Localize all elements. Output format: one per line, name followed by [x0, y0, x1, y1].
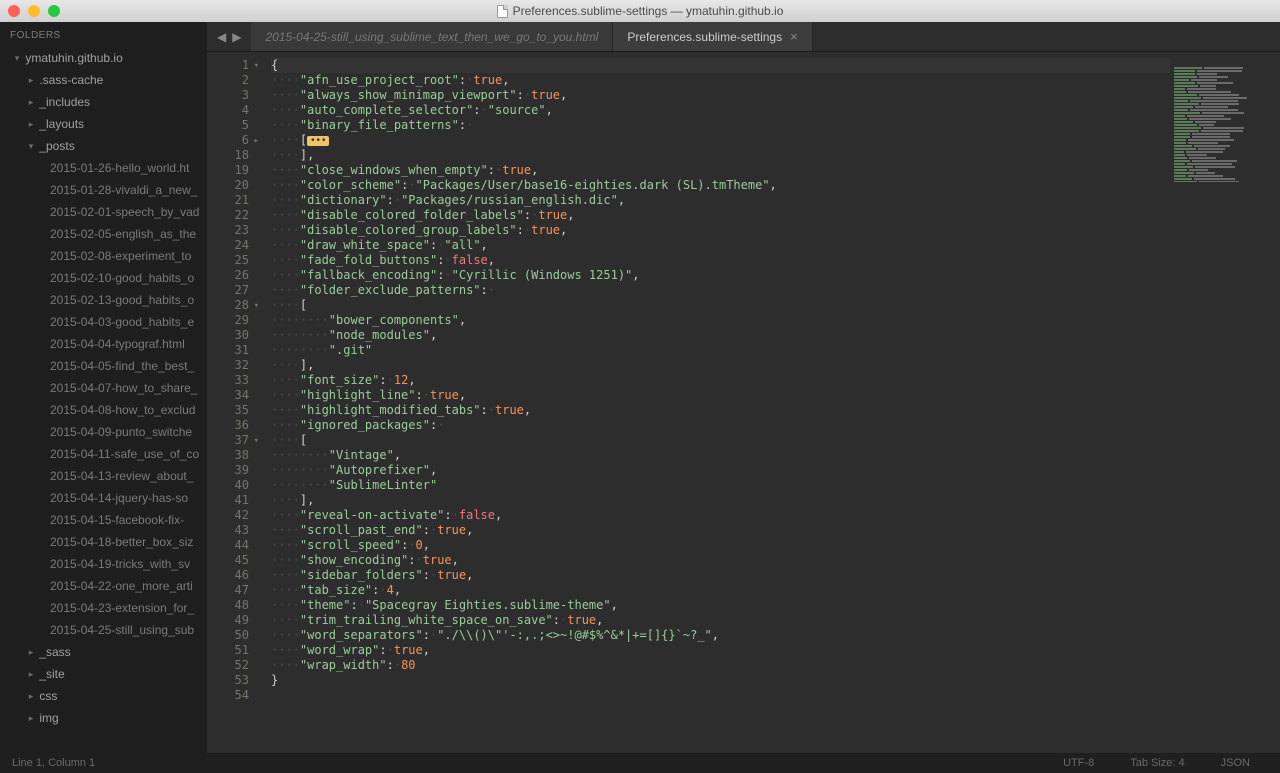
status-syntax[interactable]: JSON [1203, 757, 1268, 769]
sidebar-file[interactable]: 2015-04-07-how_to_share_ [0, 377, 207, 399]
sidebar-file[interactable]: 2015-04-22-one_more_arti [0, 575, 207, 597]
back-icon[interactable]: ◀ [217, 30, 226, 44]
sidebar-folder[interactable]: ▸ img [0, 707, 207, 729]
sidebar-header: FOLDERS [0, 22, 207, 47]
zoom-window-button[interactable] [48, 5, 60, 17]
sidebar-file[interactable]: 2015-04-04-typograf.html [0, 333, 207, 355]
close-window-button[interactable] [8, 5, 20, 17]
sidebar-file[interactable]: 2015-04-25-still_using_sub [0, 619, 207, 641]
sidebar-file[interactable]: 2015-04-09-punto_switche [0, 421, 207, 443]
sidebar-file[interactable]: 2015-04-18-better_box_siz [0, 531, 207, 553]
sidebar-file[interactable]: 2015-01-26-hello_world.ht [0, 157, 207, 179]
sidebar-file[interactable]: 2015-04-08-how_to_exclud [0, 399, 207, 421]
tab-label: 2015-04-25-still_using_sublime_text_then… [265, 30, 598, 44]
code-editor[interactable]: {····"afn_use_project_root":·true,····"a… [257, 52, 1280, 753]
editor-area: ◀ ▶ 2015-04-25-still_using_sublime_text_… [207, 22, 1280, 753]
window-titlebar: Preferences.sublime-settings — ymatuhin.… [0, 0, 1280, 22]
sidebar-file[interactable]: 2015-02-08-experiment_to [0, 245, 207, 267]
close-icon[interactable]: × [790, 29, 798, 44]
status-bar: Line 1, Column 1 UTF-8 Tab Size: 4 JSON [0, 753, 1280, 773]
tab-bar: ◀ ▶ 2015-04-25-still_using_sublime_text_… [207, 22, 1280, 52]
status-encoding[interactable]: UTF-8 [1045, 757, 1112, 769]
window-title: Preferences.sublime-settings — ymatuhin.… [513, 4, 784, 18]
gutter: 1▾23456▸1819202122232425262728▾293031323… [207, 52, 257, 753]
traffic-lights [8, 5, 60, 17]
sidebar-file[interactable]: 2015-04-23-extension_for_ [0, 597, 207, 619]
sidebar-file[interactable]: 2015-02-01-speech_by_vad [0, 201, 207, 223]
sidebar-folder[interactable]: ▾ _posts [0, 135, 207, 157]
tab-inactive[interactable]: 2015-04-25-still_using_sublime_text_then… [251, 22, 613, 51]
sidebar-file[interactable]: 2015-02-10-good_habits_o [0, 267, 207, 289]
sidebar-folder[interactable]: ▸ css [0, 685, 207, 707]
tab-active[interactable]: Preferences.sublime-settings × [613, 22, 812, 51]
tab-history-nav: ◀ ▶ [207, 22, 251, 51]
sidebar-folder[interactable]: ▸ .sass-cache [0, 69, 207, 91]
sidebar-file[interactable]: 2015-02-13-good_habits_o [0, 289, 207, 311]
sidebar-file[interactable]: 2015-04-19-tricks_with_sv [0, 553, 207, 575]
minimap[interactable] [1170, 52, 1280, 182]
folder-tree: ▾ ymatuhin.github.io ▸ .sass-cache▸ _inc… [0, 47, 207, 753]
status-position: Line 1, Column 1 [12, 757, 113, 769]
sidebar-file[interactable]: 2015-01-28-vivaldi_a_new_ [0, 179, 207, 201]
sidebar-file[interactable]: 2015-02-05-english_as_the [0, 223, 207, 245]
sidebar-folder[interactable]: ▸ _includes [0, 91, 207, 113]
status-tab-size[interactable]: Tab Size: 4 [1112, 757, 1202, 769]
sidebar-file[interactable]: 2015-04-03-good_habits_e [0, 311, 207, 333]
forward-icon[interactable]: ▶ [232, 30, 241, 44]
sidebar-folder[interactable]: ▸ _layouts [0, 113, 207, 135]
tab-label: Preferences.sublime-settings [627, 30, 782, 44]
sidebar-file[interactable]: 2015-04-15-facebook-fix- [0, 509, 207, 531]
document-icon [497, 5, 508, 18]
sidebar: FOLDERS ▾ ymatuhin.github.io ▸ .sass-cac… [0, 22, 207, 753]
sidebar-root-folder[interactable]: ▾ ymatuhin.github.io [0, 47, 207, 69]
sidebar-file[interactable]: 2015-04-05-find_the_best_ [0, 355, 207, 377]
sidebar-folder[interactable]: ▸ _sass [0, 641, 207, 663]
sidebar-folder[interactable]: ▸ _site [0, 663, 207, 685]
sidebar-file[interactable]: 2015-04-11-safe_use_of_co [0, 443, 207, 465]
sidebar-file[interactable]: 2015-04-14-jquery-has-so [0, 487, 207, 509]
sidebar-file[interactable]: 2015-04-13-review_about_ [0, 465, 207, 487]
minimize-window-button[interactable] [28, 5, 40, 17]
